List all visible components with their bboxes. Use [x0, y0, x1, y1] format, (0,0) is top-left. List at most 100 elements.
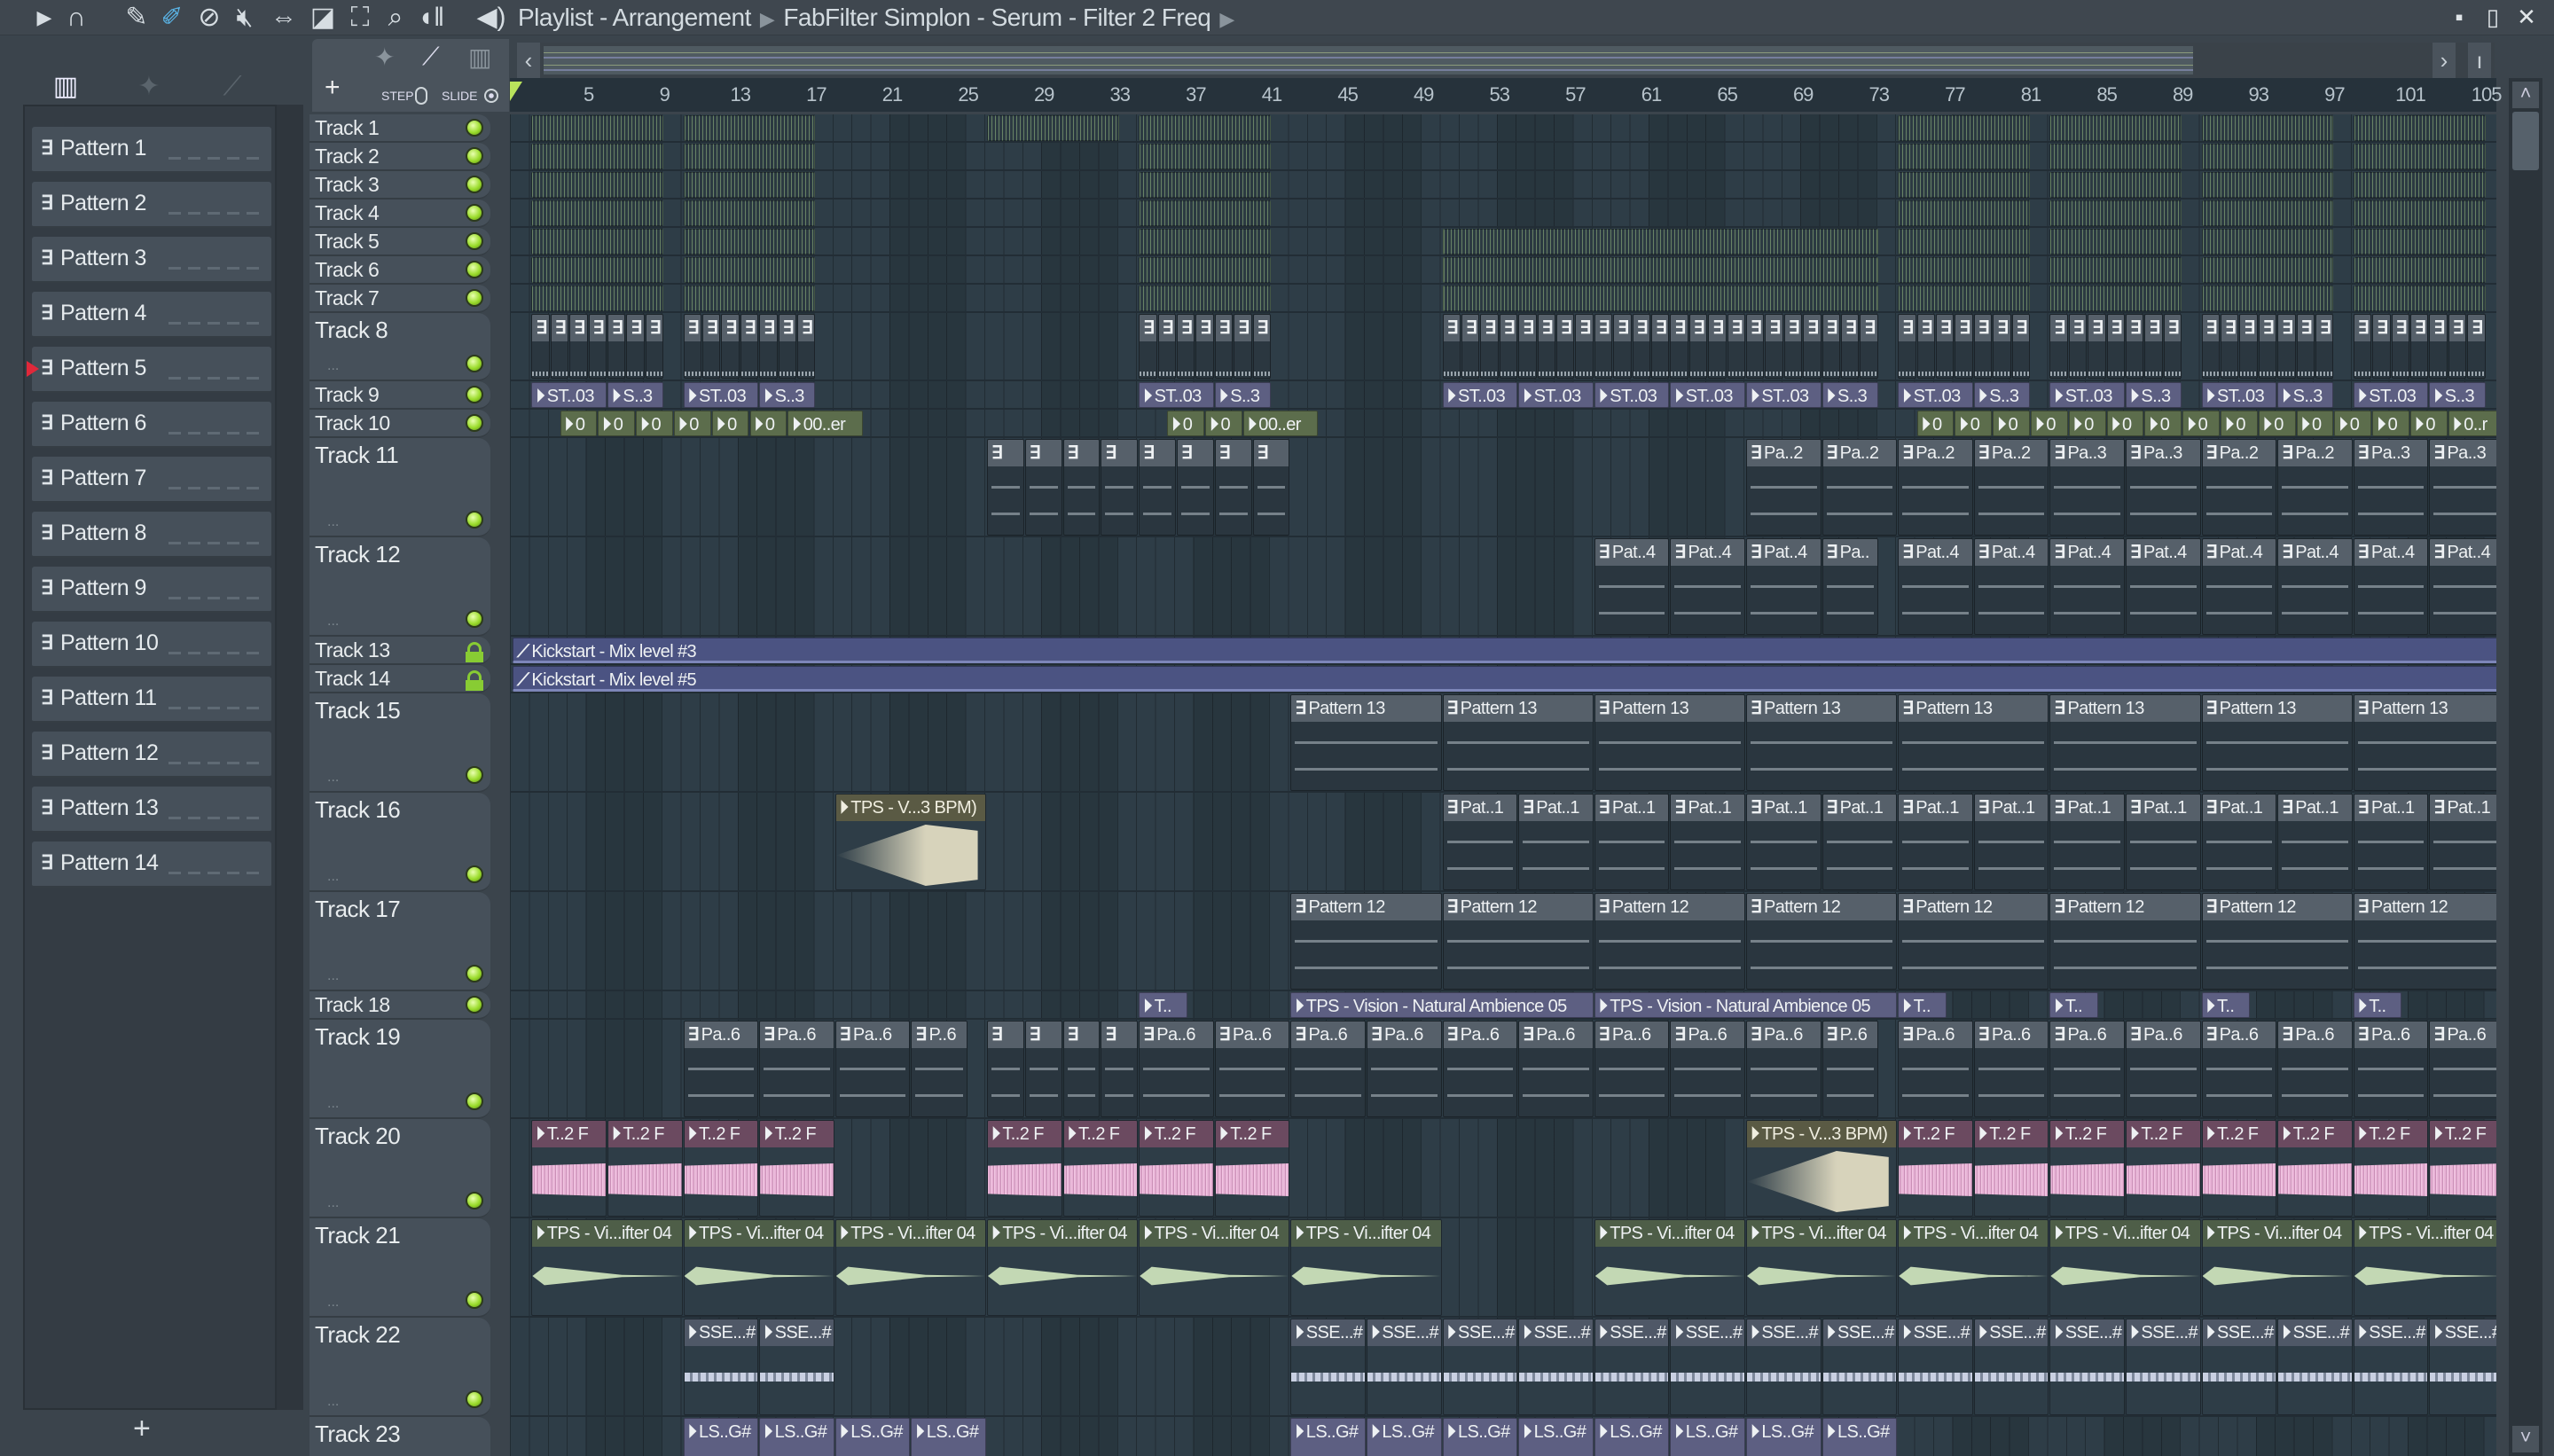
clip-p8[interactable]: ∃ [1783, 314, 1803, 379]
clip-mini[interactable] [1898, 172, 2030, 198]
clip-mini[interactable] [2353, 200, 2486, 226]
clip-green-aud[interactable]: ⏵ TPS - Vi...ifter 04 [987, 1219, 1139, 1316]
clip-green-aud[interactable]: ⏵ TPS - Vi...ifter 04 [2353, 1219, 2496, 1316]
clip-aud[interactable]: ⏵ LS..G# [1746, 1418, 1821, 1456]
clip-pat[interactable]: ∃ Pat..1 [1442, 794, 1518, 890]
clip-pat[interactable]: ∃ Pa..2 [1746, 439, 1821, 536]
clip-pat[interactable]: ∃ Pa..6 [1442, 1021, 1518, 1117]
clip-sse[interactable]: ⏵ SSE...# [2126, 1319, 2201, 1415]
clip-p8[interactable]: ∃ [2467, 314, 2486, 379]
clip-p8[interactable]: ∃ [1632, 314, 1650, 379]
clip-p8[interactable]: ∃ [2068, 314, 2088, 379]
pattern-item[interactable]: ∃ Pattern 9 [32, 567, 271, 613]
clip-p8[interactable]: ∃ [1575, 314, 1594, 379]
track-mute-led[interactable] [466, 414, 483, 432]
clip-mini[interactable] [2353, 229, 2486, 254]
clip-pink[interactable]: ⏵ T..2 F [1139, 1120, 1214, 1217]
clip-mini[interactable] [2049, 144, 2182, 169]
clip-aud[interactable]: ⏵ ST..03 [531, 382, 607, 408]
clip-p8[interactable]: ∃ [1613, 314, 1632, 379]
clip-pink[interactable]: ⏵ T..2 F [2429, 1120, 2496, 1217]
track-options[interactable]: ... [327, 358, 339, 374]
clip-grn[interactable]: ⏵ 0 [1205, 411, 1242, 436]
clip-aud[interactable]: ⏵ ST..03 [1518, 382, 1594, 408]
track-mute-led[interactable] [466, 1192, 483, 1209]
clip-pat[interactable]: ∃ Pat..1 [1898, 794, 1973, 890]
minimize-button[interactable]: ▪ [2444, 4, 2474, 31]
track-mute-led[interactable] [466, 865, 483, 883]
clip-mini[interactable] [1898, 229, 2030, 254]
clip-p8[interactable]: ∃ [2410, 314, 2429, 379]
track-header[interactable]: Track 16... [309, 793, 490, 892]
clip-pat[interactable]: ∃ Pattern 12 [2353, 893, 2496, 990]
clip-aud[interactable]: ⏵ T.. [2201, 992, 2251, 1018]
clip-p8[interactable]: ∃ [1727, 314, 1745, 379]
clip-pat[interactable]: ∃ Pattern 13 [2353, 694, 2496, 791]
track-mute-led[interactable] [466, 1291, 483, 1309]
clip-mini[interactable] [1139, 115, 1271, 141]
pattern-item[interactable]: ∃ Pattern 13 [32, 787, 271, 833]
clip-aud[interactable]: ⏵ S..3 [1214, 382, 1271, 408]
clip-pat[interactable]: ∃ Pa..6 [2201, 1021, 2277, 1117]
clip-p8[interactable]: ∃ [1252, 314, 1271, 379]
clip-p8[interactable]: ∃ [1803, 314, 1821, 379]
clip-grn[interactable]: ⏵ 0 [2182, 411, 2220, 436]
close-button[interactable]: ✕ [2511, 4, 2542, 31]
clip-p8[interactable]: ∃ [1765, 314, 1783, 379]
clip-pat[interactable]: ∃ Pattern 13 [1594, 694, 1745, 791]
track-mute-led[interactable] [466, 1390, 483, 1408]
clip-green-aud[interactable]: ⏵ TPS - Vi...ifter 04 [1898, 1219, 2049, 1316]
clip-aud[interactable]: ⏵ ST..03 [1442, 382, 1518, 408]
clip-pat[interactable]: ∃ [1062, 1021, 1101, 1117]
clip-pat[interactable]: ∃ Pa.. [1821, 538, 1878, 635]
clip-aud[interactable]: ⏵ ST..03 [1594, 382, 1670, 408]
clip-pat[interactable]: ∃ Pa..6 [683, 1021, 759, 1117]
clip-grn[interactable]: ⏵ 0 [598, 411, 636, 436]
clip-p8[interactable]: ∃ [1594, 314, 1613, 379]
clip-pat[interactable]: ∃ Pa..3 [2049, 439, 2125, 536]
pattern-item[interactable]: ∃ Pattern 10 [32, 622, 271, 668]
clip-mini[interactable] [2201, 144, 2334, 169]
breadcrumb-playlist[interactable]: Playlist - Arrangement [518, 4, 751, 31]
clip-auto[interactable]: ⟋ Kickstart - Mix level #3 [513, 638, 2496, 663]
pattern-item[interactable]: ∃ Pattern 14 [32, 842, 271, 888]
pattern-item[interactable]: ∃ Pattern 8 [32, 512, 271, 558]
scroll-left-button[interactable]: ‹ [517, 43, 540, 78]
clip-auto[interactable]: ⟋ Kickstart - Mix level #5 [513, 666, 2496, 692]
clip-pat[interactable]: ∃ Pat..4 [2201, 538, 2277, 635]
clip-mini[interactable] [2353, 115, 2486, 141]
clip-p8[interactable]: ∃ [2049, 314, 2068, 379]
clip-grn[interactable]: ⏵ 0 [2068, 411, 2106, 436]
clip-p8[interactable]: ∃ [2239, 314, 2258, 379]
clip-grn[interactable]: ⏵ 0 [749, 411, 787, 436]
clip-sse[interactable]: ⏵ SSE...# [2201, 1319, 2277, 1415]
clip-grn[interactable]: ⏵ 0 [2296, 411, 2334, 436]
clip-mini[interactable] [2201, 172, 2334, 198]
clip-pat[interactable]: ∃ P..6 [1821, 1021, 1878, 1117]
clip-pat[interactable]: ∃ Pa..3 [2429, 439, 2496, 536]
clip-pat[interactable]: ∃ P..6 [911, 1021, 968, 1117]
clip-aud[interactable]: ⏵ LS..G# [1594, 1418, 1670, 1456]
track-mute-led[interactable] [466, 119, 483, 137]
maximize-button[interactable]: ▯ [2478, 4, 2508, 31]
clip-pat[interactable]: ∃ [1024, 439, 1062, 536]
clip-grn[interactable]: ⏵ 0 [2221, 411, 2258, 436]
clip-sse[interactable]: ⏵ SSE...# [1898, 1319, 1973, 1415]
clip-sse[interactable]: ⏵ SSE...# [1594, 1319, 1670, 1415]
clip-pat[interactable]: ∃ Pattern 13 [1746, 694, 1898, 791]
clip-pat[interactable]: ∃ Pa..3 [2126, 439, 2201, 536]
track-header[interactable]: Track 5 [309, 228, 490, 256]
clip-pat[interactable]: ∃ Pa..6 [2126, 1021, 2201, 1117]
pattern-item[interactable]: ∃ Pattern 12 [32, 732, 271, 778]
clip-grn[interactable]: ⏵ 00..er [787, 411, 863, 436]
clip-p8[interactable]: ∃ [1157, 314, 1176, 379]
clip-pink[interactable]: ⏵ T..2 F [759, 1120, 834, 1217]
clip-p8[interactable]: ∃ [1537, 314, 1555, 379]
clip-aud[interactable]: ⏵ ST..03 [1746, 382, 1821, 408]
clip-pat[interactable]: ∃ Pat..4 [1746, 538, 1821, 635]
clip-aud[interactable]: ⏵ LS..G# [1821, 1418, 1898, 1456]
clip-pat[interactable]: ∃ Pattern 13 [1442, 694, 1594, 791]
clip-aud[interactable]: ⏵ LS..G# [834, 1418, 911, 1456]
clip-pink[interactable]: ⏵ T..2 F [2201, 1120, 2277, 1217]
clip-pat[interactable]: ∃ Pattern 13 [1290, 694, 1442, 791]
